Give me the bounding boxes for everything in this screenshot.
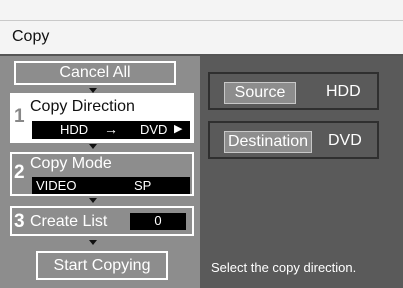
step-copy-mode[interactable]: 2 Copy Mode VIDEO SP <box>10 152 194 196</box>
top-strip <box>0 0 403 20</box>
step-2-label: Copy Mode <box>30 155 112 172</box>
step-1-number: 1 <box>14 106 25 127</box>
down-arrow-icon <box>89 240 97 245</box>
destination-value: DVD <box>328 132 362 149</box>
down-arrow-icon <box>89 144 97 149</box>
step-1-label: Copy Direction <box>30 98 135 115</box>
help-text: Select the copy direction. <box>211 260 357 275</box>
source-box: Source HDD <box>208 72 379 110</box>
direction-from: HDD <box>60 122 89 137</box>
start-copying-button[interactable]: Start Copying <box>36 251 168 280</box>
step-2-number: 2 <box>14 162 25 183</box>
step-3-number: 3 <box>14 211 25 232</box>
cancel-all-button[interactable]: Cancel All <box>14 61 176 85</box>
window-title: Copy <box>12 28 50 45</box>
step-copy-direction[interactable]: 1 Copy Direction HDD → DVD ▶ <box>10 93 194 143</box>
copy-mode: VIDEO <box>36 178 77 193</box>
right-arrow-icon: → <box>104 121 118 137</box>
play-icon: ▶ <box>174 123 183 135</box>
copy-mode-value: VIDEO SP <box>32 177 190 194</box>
cancel-all-label: Cancel All <box>59 64 131 81</box>
copy-quality: SP <box>134 178 152 193</box>
title-bar: Copy <box>0 20 403 56</box>
down-arrow-icon <box>89 198 97 203</box>
step-create-list[interactable]: 3 Create List 0 <box>10 206 194 236</box>
step-3-label: Create List <box>30 213 108 230</box>
source-value: HDD <box>326 83 361 100</box>
copy-direction-value: HDD → DVD ▶ <box>32 121 190 139</box>
source-label: Source <box>224 82 296 104</box>
start-copying-label: Start Copying <box>53 256 151 274</box>
create-list-count: 0 <box>130 213 186 230</box>
destination-label: Destination <box>224 131 312 153</box>
destination-box: Destination DVD <box>208 121 379 159</box>
direction-to: DVD <box>140 122 168 137</box>
